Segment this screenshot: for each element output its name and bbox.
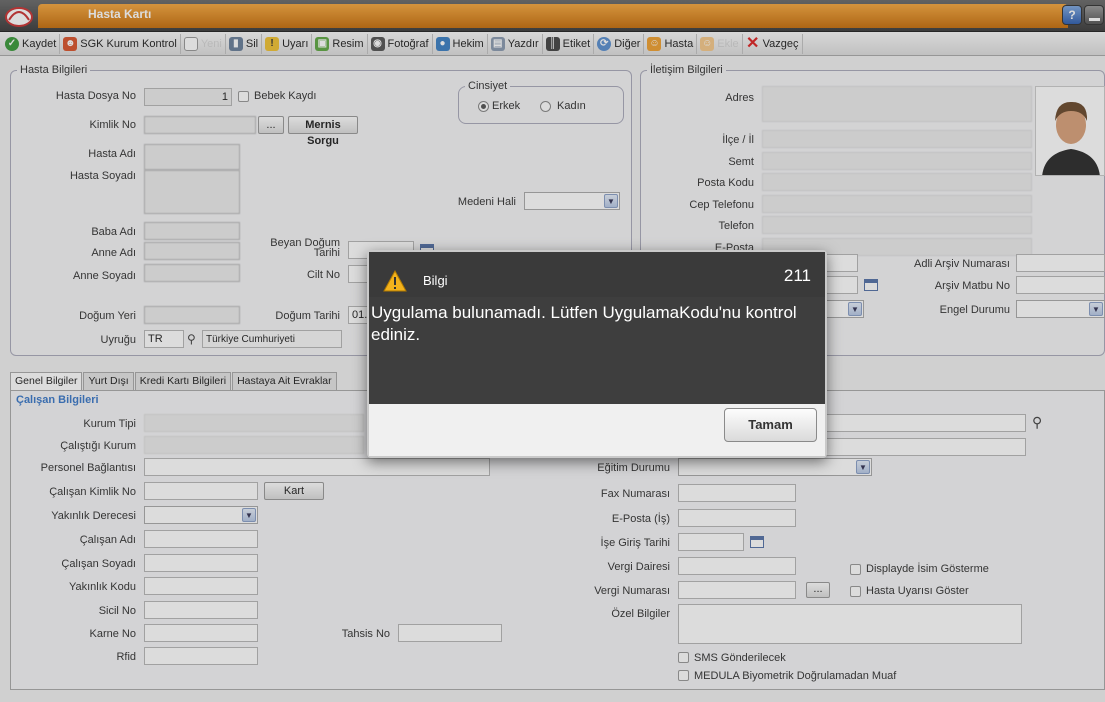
dialog-code: 211	[783, 266, 811, 285]
tamam-button[interactable]: Tamam	[724, 408, 817, 442]
warning-icon	[383, 270, 407, 292]
dialog-title: Bilgi	[423, 273, 448, 288]
dialog-footer: Tamam	[369, 404, 825, 456]
bilgi-dialog: Bilgi 211 Uygulama bulunamadı. Lütfen Uy…	[367, 250, 827, 458]
dialog-message: Uygulama bulunamadı. Lütfen UygulamaKodu…	[371, 303, 797, 344]
hasta-karti-window: Hasta Kartı ? ✓ Kaydet ☻ SGK Kurum Kontrol…	[0, 0, 1105, 702]
